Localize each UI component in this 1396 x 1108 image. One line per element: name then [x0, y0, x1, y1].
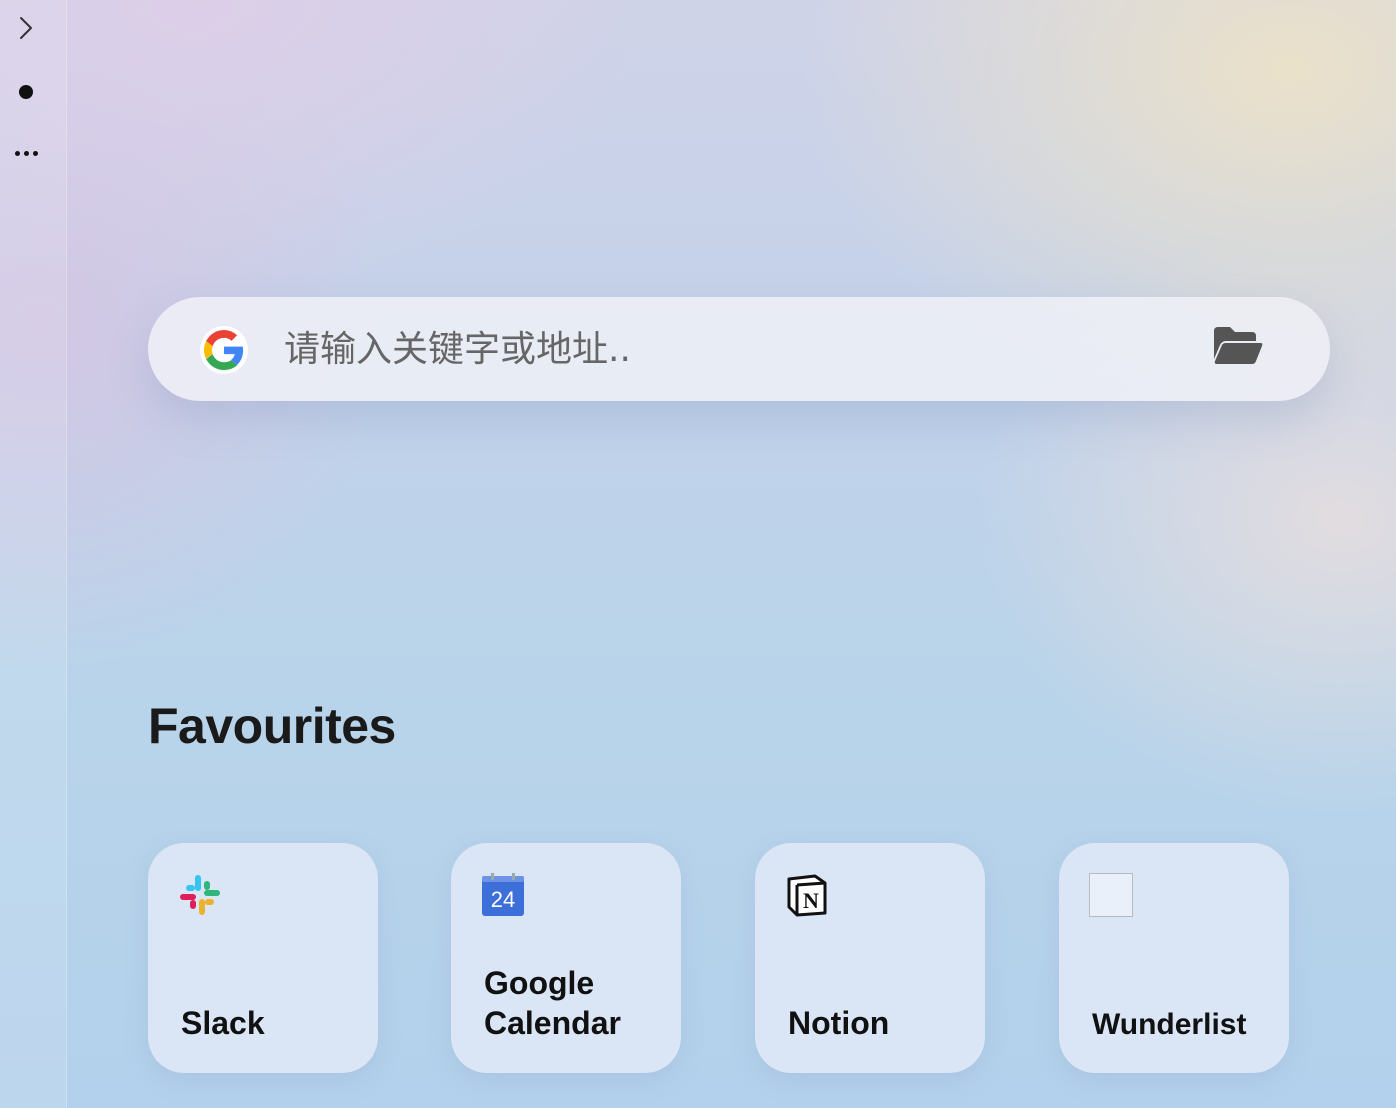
sidebar	[0, 0, 67, 1108]
folder-open-icon[interactable]	[1212, 325, 1264, 367]
expand-sidebar-button[interactable]	[6, 10, 46, 46]
favourites-title: Favourites	[148, 698, 396, 754]
favourite-label: Google Calendar	[484, 965, 621, 1041]
placeholder-icon	[1089, 873, 1133, 917]
favourite-label: Wunderlist	[1092, 1008, 1247, 1041]
search-bar	[148, 297, 1330, 401]
search-input[interactable]	[284, 319, 1184, 379]
google-calendar-icon: 24	[482, 873, 524, 916]
status-dot-button[interactable]	[6, 74, 46, 110]
more-button[interactable]	[6, 135, 46, 171]
notion-icon: N	[787, 874, 827, 917]
favourite-tile-slack[interactable]: Slack	[148, 843, 378, 1073]
favourite-tile-google-calendar[interactable]: 24 Google Calendar	[451, 843, 681, 1073]
favourite-tile-wunderlist[interactable]: Wunderlist	[1059, 843, 1289, 1073]
more-icon	[14, 150, 38, 156]
dot-icon	[19, 85, 33, 99]
svg-text:24: 24	[491, 887, 515, 912]
favourite-label: Slack	[181, 1005, 265, 1041]
google-icon[interactable]	[200, 326, 248, 374]
slack-icon	[180, 875, 220, 915]
chevron-right-icon	[20, 17, 32, 39]
svg-text:N: N	[803, 888, 819, 913]
favourite-label: Notion	[788, 1005, 890, 1041]
favourite-tile-notion[interactable]: N Notion	[755, 843, 985, 1073]
